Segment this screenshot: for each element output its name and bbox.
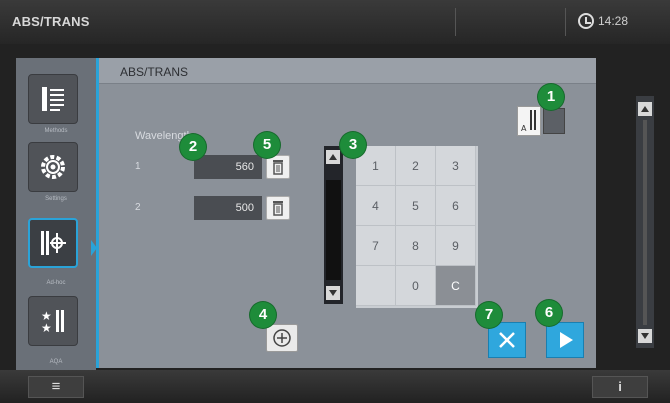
add-wavelength-button[interactable] xyxy=(266,324,298,352)
sidebar-item-label: Methods xyxy=(44,128,68,134)
clock-icon xyxy=(578,13,594,29)
key-5[interactable]: 5 xyxy=(396,186,436,226)
callout-6: 6 xyxy=(536,300,562,326)
info-button[interactable]: i xyxy=(592,376,648,398)
close-icon xyxy=(499,332,515,348)
plus-circle-icon xyxy=(273,329,291,347)
callout-1: 1 xyxy=(538,84,564,110)
methods-list-icon xyxy=(42,87,64,111)
callout-7: 7 xyxy=(476,302,502,328)
key-4[interactable]: 4 xyxy=(356,186,396,226)
app-title: ABS/TRANS xyxy=(12,14,90,29)
menu-button[interactable]: ≡ xyxy=(28,376,84,398)
sidebar: Methods Settings Ad-hoc ★ ★ AQA xyxy=(16,58,96,370)
delete-wavelength-2-button[interactable] xyxy=(266,196,290,220)
callout-3: 3 xyxy=(340,132,366,158)
trash-icon xyxy=(273,201,283,216)
trash-icon xyxy=(273,160,283,175)
sidebar-item-label: Settings xyxy=(45,196,67,202)
svg-text:★: ★ xyxy=(41,321,52,335)
scroll-track[interactable] xyxy=(643,120,647,325)
scroll-up-button[interactable] xyxy=(326,150,340,164)
key-blank xyxy=(356,266,396,306)
scroll-down-button[interactable] xyxy=(326,286,340,300)
scroll-down-button[interactable] xyxy=(638,329,652,343)
sidebar-item-label: AQA xyxy=(49,359,63,365)
qa-stars-icon: ★ ★ xyxy=(41,309,64,335)
chevron-down-icon xyxy=(329,290,337,296)
row-number: 1 xyxy=(135,161,141,172)
chevron-up-icon xyxy=(329,154,337,160)
sidebar-item-settings[interactable] xyxy=(28,142,78,192)
key-6[interactable]: 6 xyxy=(436,186,476,226)
key-2[interactable]: 2 xyxy=(396,146,436,186)
divider xyxy=(565,8,566,36)
title-bar: ABS/TRANS 14:28 xyxy=(0,0,670,44)
sidebar-item-aqa[interactable]: ★ ★ xyxy=(28,296,78,346)
delete-wavelength-1-button[interactable] xyxy=(266,155,290,179)
play-icon xyxy=(560,332,573,348)
start-button[interactable] xyxy=(546,322,584,358)
key-7[interactable]: 7 xyxy=(356,226,396,266)
wavelength-field-2[interactable]: 500 xyxy=(194,196,262,220)
key-clear[interactable]: C xyxy=(436,266,476,306)
adhoc-measure-icon xyxy=(41,231,66,255)
key-9[interactable]: 9 xyxy=(436,226,476,266)
divider xyxy=(455,8,456,36)
sidebar-item-label: Ad-hoc xyxy=(46,280,66,286)
row-number: 2 xyxy=(135,202,141,213)
scroll-thumb[interactable] xyxy=(326,180,341,280)
key-3[interactable]: 3 xyxy=(436,146,476,186)
numeric-keypad: 1 2 3 4 5 6 7 8 9 0 C xyxy=(356,146,478,308)
settings-gear-icon xyxy=(41,155,65,179)
sidebar-item-adhoc[interactable] xyxy=(28,218,78,268)
list-scrollbar[interactable] xyxy=(324,146,343,304)
panel-scrollbar[interactable] xyxy=(636,96,654,348)
chevron-up-icon xyxy=(641,106,649,112)
scroll-up-button[interactable] xyxy=(638,102,652,116)
sidebar-item-methods[interactable] xyxy=(28,74,78,124)
key-8[interactable]: 8 xyxy=(396,226,436,266)
page-title: ABS/TRANS xyxy=(120,65,189,79)
callout-5: 5 xyxy=(254,132,280,158)
measure-mode-toggle[interactable]: A xyxy=(517,106,567,136)
callout-4: 4 xyxy=(250,302,276,328)
abs-mode-icon: A xyxy=(517,106,541,136)
svg-text:A: A xyxy=(521,124,527,133)
cancel-button[interactable] xyxy=(488,322,526,358)
callout-2: 2 xyxy=(180,134,206,160)
wavelength-field-1[interactable]: 560 xyxy=(194,155,262,179)
key-0[interactable]: 0 xyxy=(396,266,436,306)
bottom-bar xyxy=(0,370,670,403)
chevron-down-icon xyxy=(641,333,649,339)
trans-mode-icon xyxy=(543,108,565,134)
clock-time: 14:28 xyxy=(598,14,629,28)
